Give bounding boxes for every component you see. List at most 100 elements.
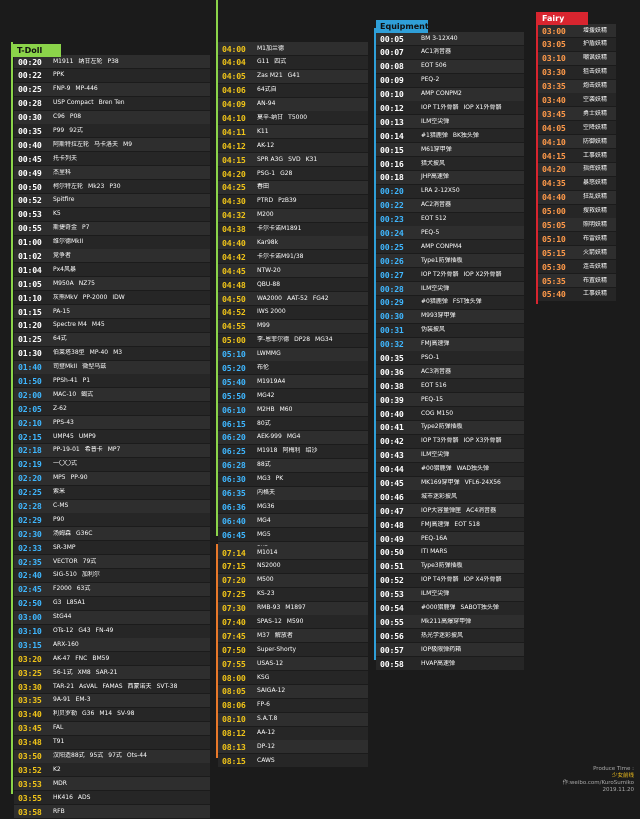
fairy-row: 05:15 火箭妖精 <box>538 246 616 260</box>
item-names: P90 <box>52 516 68 524</box>
item-name: Kar98k <box>257 238 279 246</box>
tdoll-row: 02:40 SIG-510 加利尔 <box>14 568 210 582</box>
build-time: 03:35 <box>542 81 566 92</box>
item-name: EM-3 <box>75 696 91 704</box>
item-names: F2000 63式 <box>52 585 94 593</box>
build-time: 00:07 <box>380 47 404 58</box>
item-names: WA2000 AAT-52 FG42 <box>256 295 333 303</box>
item-name: MP5 <box>53 474 66 482</box>
item-names: QBU-88 <box>256 281 284 289</box>
item-name: VECTOR <box>53 557 78 565</box>
item-name: OTs-12 <box>53 627 74 635</box>
item-name: M950A <box>53 279 74 287</box>
item-name: JHP高速弹 <box>421 173 449 181</box>
tdoll-row: 03:00 StG44 <box>14 610 210 624</box>
item-name: AEK-999 <box>257 433 282 441</box>
item-names: 空降妖精 <box>582 124 611 132</box>
tdoll2-row: 05:20 布伦 <box>218 361 368 375</box>
item-names: K5 <box>52 210 65 218</box>
item-names: PEQ-15 <box>420 396 447 404</box>
tdoll-row: 03:30 TAR-21 AsVAL FAMAS 西蒙诺夫 SVT-38 <box>14 680 210 694</box>
item-name: 护盾妖精 <box>583 40 608 48</box>
item-name: ILM空尖弹 <box>421 117 450 125</box>
item-name: G41 <box>287 72 300 80</box>
build-time: 00:50 <box>18 181 42 192</box>
build-time: 03:52 <box>18 764 42 775</box>
item-names: T91 <box>52 738 68 746</box>
item-name: G11 <box>257 58 270 66</box>
item-names: #000猎鹿弹 SABOT独头弹 <box>420 604 503 612</box>
build-time: 03:05 <box>542 39 566 50</box>
tdoll2-row: 04:15 SPR A3G SVD K31 <box>218 153 368 167</box>
item-name: AK-12 <box>257 141 275 149</box>
tdoll2-row: 04:52 IWS 2000 <box>218 305 368 319</box>
equip-row: 00:25 AMP CONPM4 <box>376 240 524 254</box>
shotgun-row: 07:55 USAS-12 <box>218 657 368 671</box>
item-names: 狂乱妖精 <box>582 193 611 201</box>
fairy-header: Fairy <box>538 12 588 25</box>
item-name: 布置妖精 <box>583 276 608 284</box>
build-time: 06:15 <box>222 418 246 429</box>
shotgun-row: 07:25 KS-23 <box>218 587 368 601</box>
item-names: 炮击妖精 <box>582 82 611 90</box>
tdoll2-row: 06:20 AEK-999 MG4 <box>218 430 368 444</box>
item-name: K5 <box>53 210 61 218</box>
credits-line2: 少女前线 <box>611 773 634 779</box>
item-name: 斯捷奇金 <box>53 224 78 232</box>
build-time: 07:45 <box>222 630 246 641</box>
tdoll-row: 03:48 T91 <box>14 735 210 749</box>
build-time: 00:41 <box>380 422 404 433</box>
build-time: 00:28 <box>380 283 404 294</box>
tdoll-row: 02:10 PPS-43 <box>14 416 210 430</box>
build-time: 00:35 <box>380 352 404 363</box>
build-time: 04:40 <box>542 192 566 203</box>
item-name: BM59 <box>92 654 110 662</box>
item-name: MP-446 <box>75 85 98 93</box>
item-name: IOP X4外骨骼 <box>463 576 502 584</box>
item-name: MG42 <box>257 391 275 399</box>
item-name: Type1防弹插板 <box>421 256 463 264</box>
build-time: 05:00 <box>542 206 566 217</box>
build-time: 02:15 <box>18 431 42 442</box>
item-name: 56-1式 <box>53 668 73 676</box>
build-time: 06:20 <box>222 432 246 443</box>
equip-row: 00:16 猎犬披风 <box>376 157 524 171</box>
item-name: SVD <box>288 155 301 163</box>
tdoll2-row: 05:50 MG42 <box>218 389 368 403</box>
item-name: PP-2000 <box>82 293 108 301</box>
fairy-row: 03:05 护盾妖精 <box>538 37 616 51</box>
item-name: IOP极限弹药箱 <box>421 645 462 653</box>
tdoll2-row: 06:15 80式 <box>218 417 368 431</box>
tdoll2-row: 04:40 Kar98k <box>218 236 368 250</box>
build-time: 00:29 <box>380 297 404 308</box>
item-names: AK-12 <box>256 142 278 150</box>
build-time: 04:52 <box>222 307 246 318</box>
item-names: ILM空尖弹 <box>420 451 453 459</box>
tdoll-list-1: 00:20 M1911 纳甘左轮 P38 00:22 PPK 00:25 FNP-9 MP-44… <box>14 55 210 819</box>
tdoll-list-3: 07:14 M1014 07:15 NS2000 07:20 M500 07:25 KS-23… <box>218 546 368 768</box>
item-name: P7 <box>82 224 90 232</box>
item-names: Type1防弹插板 <box>420 257 467 265</box>
item-name: 工事妖精 <box>583 151 608 159</box>
item-names: 李-恩菲尔德 DP28 MG34 <box>256 336 337 344</box>
item-name: SAIGA-12 <box>257 687 286 695</box>
tdoll2-row: 04:06 64式自 <box>218 83 368 97</box>
shotgun-row: 08:06 FP-6 <box>218 698 368 712</box>
shotgun-row: 07:45 M37 解放者 <box>218 629 368 643</box>
item-names: NS2000 <box>256 562 285 570</box>
build-time: 00:57 <box>380 644 404 655</box>
item-names: BM 3-12X40 <box>420 35 462 43</box>
fairy-row: 05:05 照明妖精 <box>538 218 616 232</box>
item-names: Px4风暴 <box>52 266 80 274</box>
tdoll-row: 00:25 FNP-9 MP-446 <box>14 82 210 96</box>
item-name: M1897 <box>285 604 306 612</box>
item-names: IOP极限弹药箱 <box>420 646 465 654</box>
build-time: 04:06 <box>222 85 246 96</box>
item-names: ILM空尖弹 <box>420 118 453 126</box>
item-name: 95式 <box>89 752 104 760</box>
item-names: 布伦 <box>256 364 273 372</box>
build-time: 04:20 <box>222 168 246 179</box>
item-name: M14 <box>99 710 113 718</box>
fairy-row: 04:10 防御妖精 <box>538 135 616 149</box>
item-names: 阿斯特拉左轮 马卡洛夫 M9 <box>52 141 136 149</box>
